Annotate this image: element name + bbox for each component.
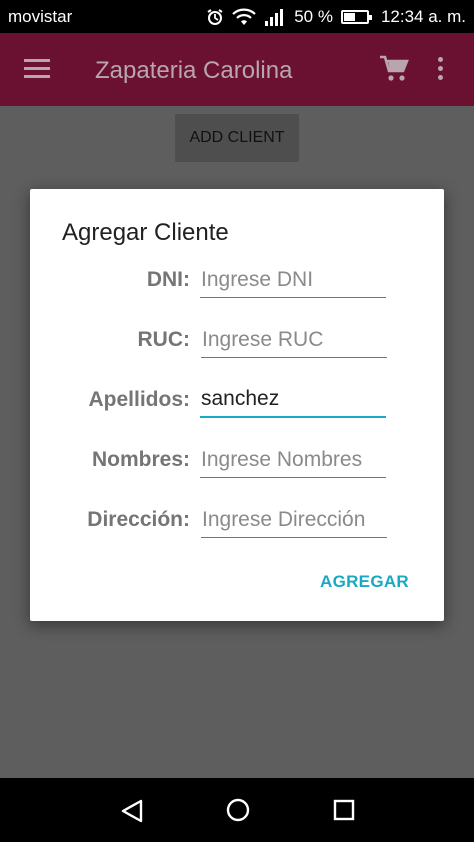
nombres-label: Nombres: (91, 448, 190, 471)
apellidos-label: Apellidos: (88, 388, 190, 411)
recents-icon[interactable] (333, 799, 355, 826)
dialog-title: Agregar Cliente (62, 219, 229, 246)
app-bar: Zapateria Carolina (0, 33, 474, 106)
form-row-nombres: Nombres: (30, 440, 444, 480)
nombres-field[interactable] (200, 442, 386, 478)
form-row-apellidos: Apellidos: (30, 380, 444, 420)
add-client-dialog: Agregar Cliente DNI: RUC: Apellidos: Nom… (30, 189, 444, 621)
status-icons: 50 % 12:34 a. m. (206, 7, 466, 27)
cart-icon[interactable] (379, 55, 409, 88)
more-vert-icon[interactable] (438, 57, 446, 84)
add-client-button[interactable]: ADD CLIENT (175, 114, 299, 162)
battery-level (343, 12, 355, 21)
dni-label: DNI: (146, 268, 190, 291)
home-icon[interactable] (226, 798, 250, 827)
app-title: Zapateria Carolina (95, 57, 293, 84)
dni-field[interactable] (200, 262, 386, 298)
navigation-bar (0, 778, 474, 842)
direccion-label: Dirección: (87, 508, 190, 531)
ruc-field[interactable] (201, 322, 387, 358)
menu-icon[interactable] (24, 59, 50, 79)
direccion-field[interactable] (201, 502, 387, 538)
battery-percent: 50 % (294, 6, 333, 26)
wifi-icon (232, 8, 256, 26)
clock: 12:34 a. m. (380, 6, 466, 26)
battery-icon (340, 9, 372, 24)
form-row-dni: DNI: (30, 260, 444, 300)
status-bar: movistar 50 % 12:34 a. m. (0, 0, 474, 33)
alarm-icon (206, 8, 224, 26)
signal-icon (264, 8, 286, 26)
back-icon[interactable] (119, 798, 145, 829)
apellidos-field[interactable] (200, 382, 386, 418)
ruc-label: RUC: (137, 328, 191, 351)
agregar-button[interactable]: AGREGAR (320, 572, 409, 592)
carrier-name: movistar (8, 6, 73, 26)
form-row-direccion: Dirección: (30, 500, 444, 540)
form-row-ruc: RUC: (30, 320, 444, 360)
